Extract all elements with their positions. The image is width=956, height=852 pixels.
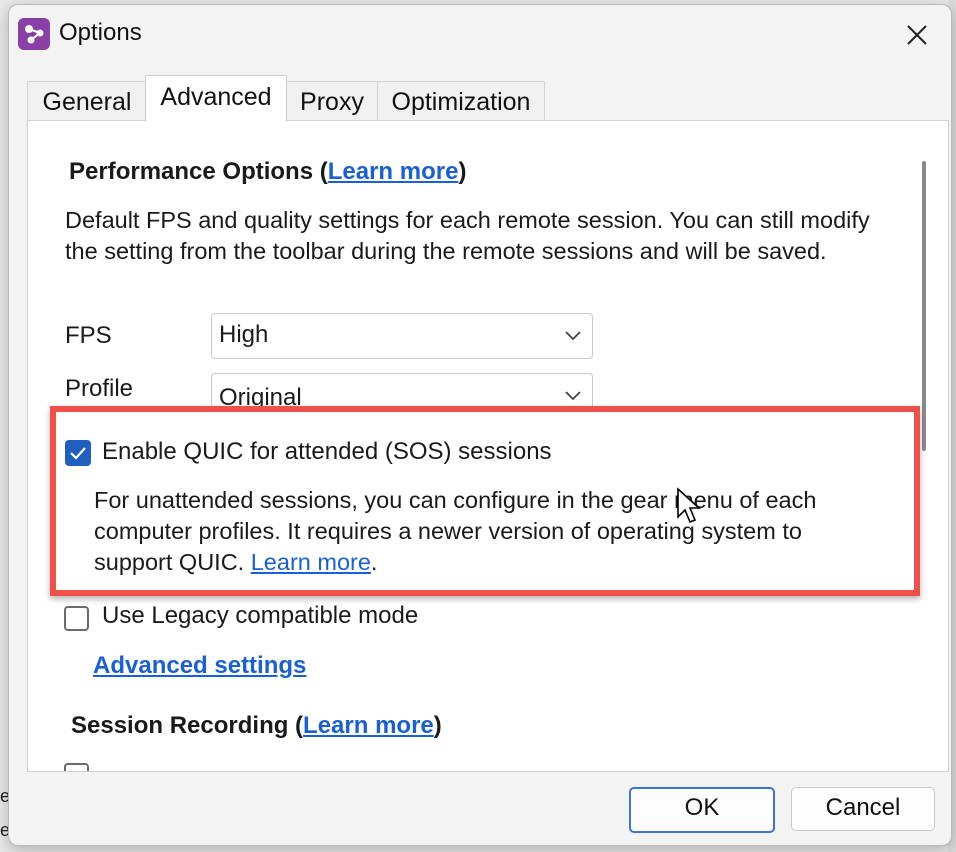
legacy-mode-label: Use Legacy compatible mode bbox=[102, 602, 419, 629]
tab-proxy[interactable]: Proxy bbox=[285, 81, 379, 122]
fps-label: FPS bbox=[65, 322, 112, 349]
advanced-settings-link[interactable]: Advanced settings bbox=[93, 652, 306, 680]
tab-optimization[interactable]: Optimization bbox=[377, 81, 545, 122]
profile-label: Profile bbox=[65, 375, 134, 402]
chevron-down-icon bbox=[565, 331, 581, 341]
session-recording-learn-more-link[interactable]: Learn more bbox=[303, 712, 434, 739]
ok-button[interactable]: OK bbox=[629, 787, 775, 833]
mouse-cursor-icon bbox=[677, 487, 702, 524]
window-title: Options bbox=[59, 19, 142, 46]
tab-general[interactable]: General bbox=[27, 81, 147, 122]
quic-note: For unattended sessions, you can configu… bbox=[94, 487, 817, 575]
performance-options-heading: Performance Options (Learn more) bbox=[69, 158, 467, 185]
close-button[interactable] bbox=[897, 15, 937, 55]
app-logo-icon bbox=[18, 18, 50, 50]
cancel-button[interactable]: Cancel bbox=[791, 787, 935, 831]
fps-select[interactable]: High bbox=[211, 313, 593, 359]
recording-checkbox[interactable] bbox=[64, 763, 89, 771]
quic-label: Enable QUIC for attended (SOS) sessions bbox=[102, 438, 552, 465]
performance-learn-more-link[interactable]: Learn more bbox=[328, 158, 459, 185]
tab-advanced[interactable]: Advanced bbox=[145, 75, 287, 122]
options-dialog: Options General Advanced Proxy Optimizat… bbox=[8, 4, 952, 846]
checkmark-icon bbox=[70, 447, 86, 460]
quic-checkbox[interactable] bbox=[65, 440, 91, 466]
close-icon bbox=[907, 25, 927, 45]
chevron-down-icon bbox=[565, 391, 581, 401]
quic-section: Enable QUIC for attended (SOS) sessions … bbox=[56, 412, 904, 578]
performance-description: Default FPS and quality settings for eac… bbox=[65, 207, 870, 264]
advanced-panel: Performance Options (Learn more) Default… bbox=[27, 120, 949, 772]
session-recording-heading: Session Recording (Learn more) bbox=[71, 712, 442, 739]
legacy-mode-checkbox[interactable] bbox=[64, 606, 89, 631]
title-bar: Options bbox=[9, 5, 951, 65]
scrollbar[interactable] bbox=[922, 161, 926, 451]
quic-learn-more-link[interactable]: Learn more bbox=[251, 549, 371, 575]
